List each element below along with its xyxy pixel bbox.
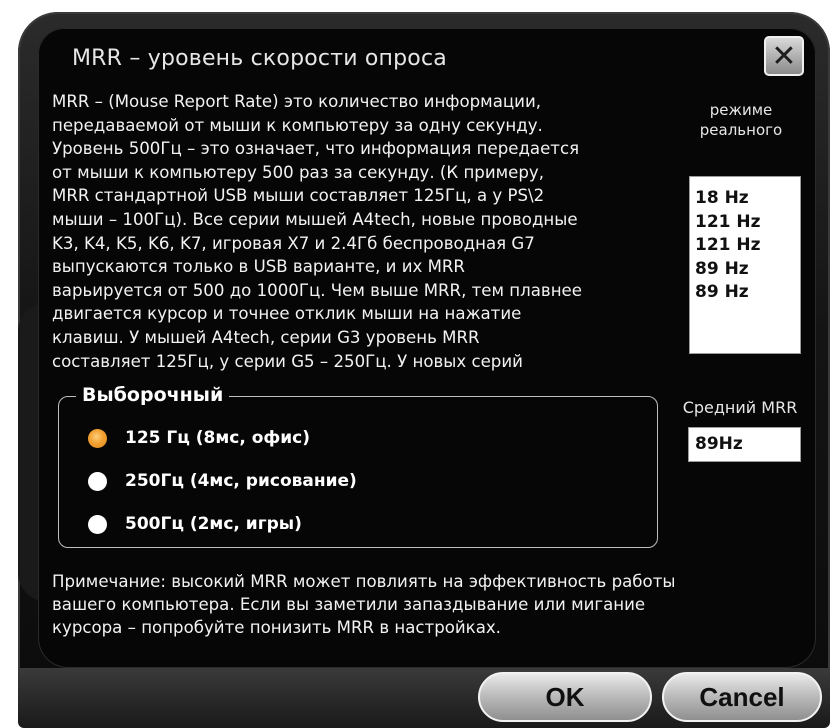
mrr-description-text: MRR – (Mouse Report Rate) это количество…: [52, 92, 582, 371]
rate-group-label: Выборочный: [76, 384, 230, 406]
realtime-mode-label: режиме реального: [699, 101, 783, 139]
note-text: Примечание: высокий MRR может повлиять н…: [52, 572, 676, 637]
hz-list-item: 89 Hz: [695, 258, 749, 279]
hz-list-item: 89 Hz: [695, 282, 749, 302]
radio-250hz[interactable]: 250Гц (4мс, рисование): [88, 466, 357, 496]
radio-125hz[interactable]: 125 Гц (8мс, офис): [88, 423, 310, 453]
close-icon[interactable]: ✕: [764, 36, 804, 76]
realtime-hz-list[interactable]: 18 Hz 121 Hz 121 Hz 89 Hz 89 Hz: [689, 176, 801, 354]
hz-list-item: 18 Hz: [695, 188, 749, 208]
average-mrr-field: 89Hz: [688, 427, 801, 462]
ok-button[interactable]: OK: [478, 672, 652, 722]
radio-label: 125 Гц (8мс, офис): [125, 428, 311, 448]
radio-500hz[interactable]: 500Гц (2мс, игры): [88, 509, 302, 539]
radio-unselected-icon[interactable]: [88, 471, 107, 491]
radio-label: 250Гц (4мс, рисование): [125, 471, 357, 491]
average-mrr-label: Средний MRR: [682, 398, 798, 417]
radio-label: 500Гц (2мс, игры): [125, 514, 302, 534]
hz-list-item: 121 Hz: [695, 235, 761, 255]
cancel-button[interactable]: Cancel: [662, 672, 822, 722]
hz-list-item: 121 Hz: [695, 211, 761, 232]
radio-unselected-icon[interactable]: [88, 514, 107, 534]
radio-selected-icon[interactable]: [88, 428, 107, 448]
dialog-title: MRR – уровень скорости опроса: [72, 46, 447, 71]
